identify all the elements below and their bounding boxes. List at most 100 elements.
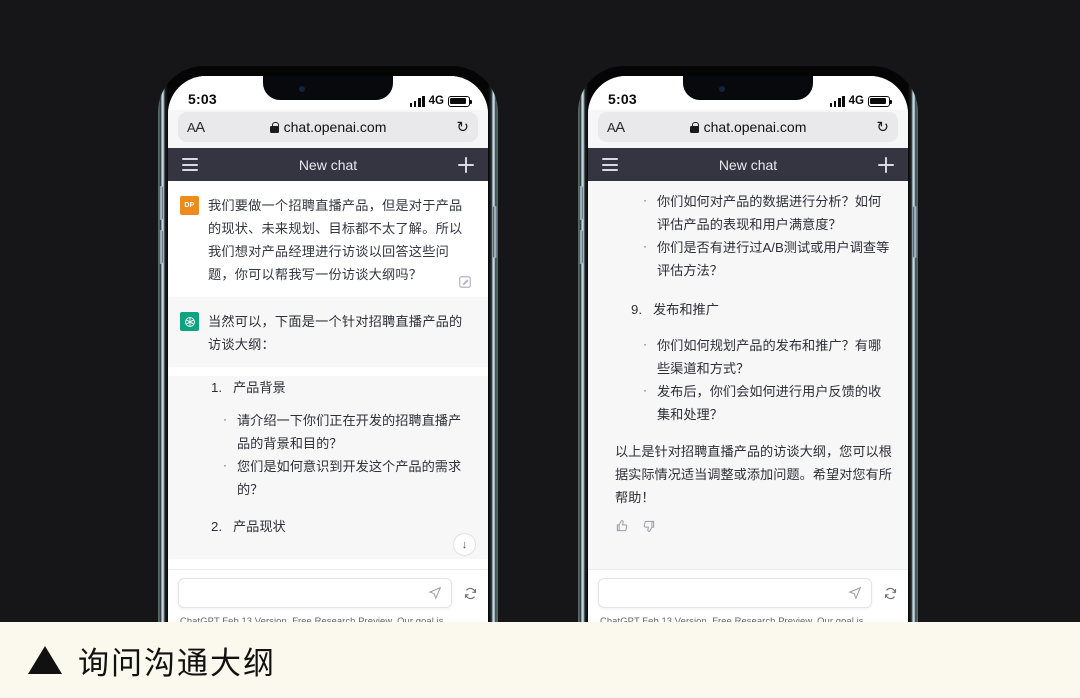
signal-bars-icon [409,95,425,107]
bullet-dot: · [643,193,647,207]
bullet-text: 您们是如何意识到开发这个产品的需求的？ [237,459,462,497]
lock-icon [689,121,699,133]
battery-icon [448,95,473,107]
conversation-left[interactable]: DP 我们要做一个招聘直播产品，但是对于产品的现状、未来规划、目标都不太了解。所… [168,181,488,626]
bullet-text: 你们如何对产品的数据进行分析？如何评估产品的表现和用户满意度？ [657,194,882,232]
network-type-label: 4G [428,95,444,107]
lock-icon [269,121,279,133]
triangle-marker-icon [28,646,62,674]
volume-down-button[interactable] [159,230,163,264]
message-input[interactable] [178,578,452,608]
bullet-text: 发布后，你们会如何进行用户反馈的收集和处理？ [657,384,882,422]
status-time: 5:03 [188,91,217,107]
list-item: · 你们如何对产品的数据进行分析？如何评估产品的表现和用户满意度？ [629,190,894,236]
composer-row [178,578,478,608]
user-message: DP 我们要做一个招聘直播产品，但是对于产品的现状、未来规划、目标都不太了解。所… [168,181,488,297]
composer-left: ChatGPT Feb 13 Version. Free Research Pr… [168,569,488,626]
list-number: 9. [631,302,642,317]
browser-url-bar[interactable]: AA chat.openai.com ↻ [168,110,488,148]
bullet-dot: · [643,383,647,397]
volume-down-button[interactable] [579,230,583,264]
power-button[interactable] [493,206,497,258]
bullet-dot: · [223,458,227,472]
message-input[interactable] [598,578,872,608]
signal-bars-icon [829,95,845,107]
list-item: · 您们是如何意识到开发这个产品的需求的？ [209,455,474,501]
notch [263,76,393,100]
url-field[interactable]: AA chat.openai.com ↻ [598,112,898,142]
assistant-closing-text: 以上是针对招聘直播产品的访谈大纲，您可以根据实际情况适当调整或添加问题。希望对您… [615,444,892,505]
bezel-rail-left [160,66,165,626]
volume-up-button[interactable] [579,186,583,220]
reload-icon[interactable]: ↻ [876,120,889,135]
phone-right-screen: 5:03 4G AA chat.openai.com ↻ New chat · … [588,76,908,626]
send-icon[interactable] [428,586,442,600]
list-item: 9. 发布和推广 [629,298,894,321]
list-title: 产品现状 [233,519,286,534]
scroll-to-bottom-button[interactable]: ↓ [453,533,476,556]
menu-icon[interactable] [602,158,618,171]
bullet-dot: · [223,412,227,426]
outline-continued: · 你们如何对产品的数据进行分析？如何评估产品的表现和用户满意度？ · 你们是否… [588,181,908,426]
list-item: · 你们如何规划产品的发布和推广？有哪些渠道和方式？ [629,334,894,380]
list-item: · 发布后，你们会如何进行用户反馈的收集和处理？ [629,380,894,426]
conversation-right[interactable]: · 你们如何对产品的数据进行分析？如何评估产品的表现和用户满意度？ · 你们是否… [588,181,908,626]
bullet-text: 请介绍一下你们正在开发的招聘直播产品的背景和目的？ [237,413,462,451]
list-item: 1. 产品背景 [209,376,474,399]
status-indicators: 4G [829,95,893,107]
phone-left-screen: 5:03 4G AA chat.openai.com ↻ New chat DP… [168,76,488,626]
outline-section-1: 1. 产品背景 · 请介绍一下你们正在开发的招聘直播产品的背景和目的？ · 您们… [168,376,488,538]
chat-title: New chat [298,156,358,173]
composer-row [598,578,898,608]
list-item: 2. 产品现状 [209,515,474,538]
assistant-outline-block: 1. 产品背景 · 请介绍一下你们正在开发的招聘直播产品的背景和目的？ · 您们… [168,376,488,559]
url-center-group: chat.openai.com [598,119,898,135]
bezel-rail-left [580,66,585,626]
url-text: chat.openai.com [283,119,387,135]
phone-right: 5:03 4G AA chat.openai.com ↻ New chat · … [578,66,918,626]
bezel-rail-right [491,66,496,626]
new-chat-icon[interactable] [457,156,474,173]
list-number: 2. [211,519,222,534]
phone-left: 5:03 4G AA chat.openai.com ↻ New chat DP… [158,66,498,626]
chat-title: New chat [718,156,778,173]
front-camera-icon [719,86,725,92]
url-text: chat.openai.com [703,119,807,135]
user-message-text: 我们要做一个招聘直播产品，但是对于产品的现状、未来规划、目标都不太了解。所以我们… [208,198,463,282]
power-button[interactable] [913,206,917,258]
new-chat-icon[interactable] [877,156,894,173]
chatgpt-header: New chat [168,148,488,181]
reload-icon[interactable]: ↻ [456,120,469,135]
list-item: · 请介绍一下你们正在开发的招聘直播产品的背景和目的？ [209,409,474,455]
status-time: 5:03 [608,91,637,107]
bullet-dot: · [643,239,647,253]
chatgpt-header: New chat [588,148,908,181]
assistant-message: 当然可以，下面是一个针对招聘直播产品的访谈大纲： [168,297,488,367]
list-number: 1. [211,380,222,395]
thumbs-up-icon[interactable] [615,519,629,538]
bullet-dot: · [643,337,647,351]
bullet-text: 你们是否有进行过A/B测试或用户调查等评估方法？ [657,240,890,278]
url-field[interactable]: AA chat.openai.com ↻ [178,112,478,142]
caption-text: 询问沟通大纲 [78,645,276,682]
caption-band: 询问沟通大纲 [0,622,1080,698]
bezel-rail-right [911,66,916,626]
regenerate-icon[interactable] [883,586,898,601]
list-item: · 你们是否有进行过A/B测试或用户调查等评估方法？ [629,236,894,282]
browser-url-bar[interactable]: AA chat.openai.com ↻ [588,110,908,148]
status-indicators: 4G [409,95,473,107]
list-title: 发布和推广 [653,302,719,317]
assistant-intro-text: 当然可以，下面是一个针对招聘直播产品的访谈大纲： [208,314,463,352]
send-icon[interactable] [848,586,862,600]
regenerate-icon[interactable] [463,586,478,601]
front-camera-icon [299,86,305,92]
edit-icon[interactable] [458,275,472,289]
feedback-controls [588,509,908,538]
avatar-assistant-icon [180,312,199,331]
thumbs-down-icon[interactable] [642,519,656,538]
battery-icon [868,95,893,107]
composer-right: ChatGPT Feb 13 Version. Free Research Pr… [588,569,908,626]
volume-up-button[interactable] [159,186,163,220]
menu-icon[interactable] [182,158,198,171]
notch [683,76,813,100]
